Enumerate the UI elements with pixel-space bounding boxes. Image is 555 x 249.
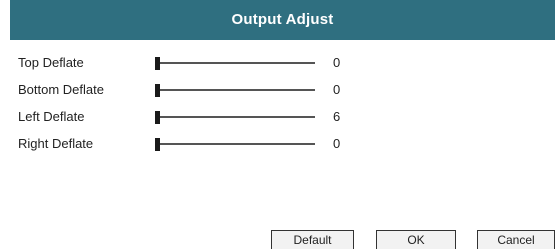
slider-track bbox=[155, 62, 315, 64]
title-bar-margin bbox=[0, 0, 10, 40]
cancel-button[interactable]: Cancel bbox=[477, 230, 555, 249]
setting-row-left-deflate: Left Deflate 6 bbox=[0, 104, 555, 130]
dialog-title: Output Adjust bbox=[231, 10, 334, 28]
slider-track bbox=[155, 143, 315, 145]
bottom-deflate-slider[interactable] bbox=[155, 82, 316, 98]
left-deflate-value: 6 bbox=[333, 109, 341, 124]
slider-thumb[interactable] bbox=[155, 111, 160, 124]
slider-thumb[interactable] bbox=[155, 138, 160, 151]
top-deflate-label: Top Deflate bbox=[18, 55, 84, 70]
setting-row-top-deflate: Top Deflate 0 bbox=[0, 50, 555, 76]
right-deflate-label: Right Deflate bbox=[18, 136, 94, 151]
slider-track bbox=[155, 89, 315, 91]
title-bar: Output Adjust bbox=[10, 0, 555, 40]
left-deflate-label: Left Deflate bbox=[18, 109, 85, 124]
right-deflate-slider[interactable] bbox=[155, 136, 316, 152]
slider-track bbox=[155, 116, 315, 118]
slider-thumb[interactable] bbox=[155, 57, 160, 70]
output-adjust-dialog: Output Adjust Top Deflate 0 Bottom Defla… bbox=[0, 0, 555, 249]
setting-row-bottom-deflate: Bottom Deflate 0 bbox=[0, 77, 555, 103]
top-deflate-value: 0 bbox=[333, 55, 341, 70]
default-button[interactable]: Default bbox=[271, 230, 354, 249]
bottom-deflate-value: 0 bbox=[333, 82, 341, 97]
left-deflate-slider[interactable] bbox=[155, 109, 316, 125]
setting-row-right-deflate: Right Deflate 0 bbox=[0, 131, 555, 157]
right-deflate-value: 0 bbox=[333, 136, 341, 151]
bottom-deflate-label: Bottom Deflate bbox=[18, 82, 104, 97]
top-deflate-slider[interactable] bbox=[155, 55, 316, 71]
slider-thumb[interactable] bbox=[155, 84, 160, 97]
ok-button[interactable]: OK bbox=[376, 230, 456, 249]
